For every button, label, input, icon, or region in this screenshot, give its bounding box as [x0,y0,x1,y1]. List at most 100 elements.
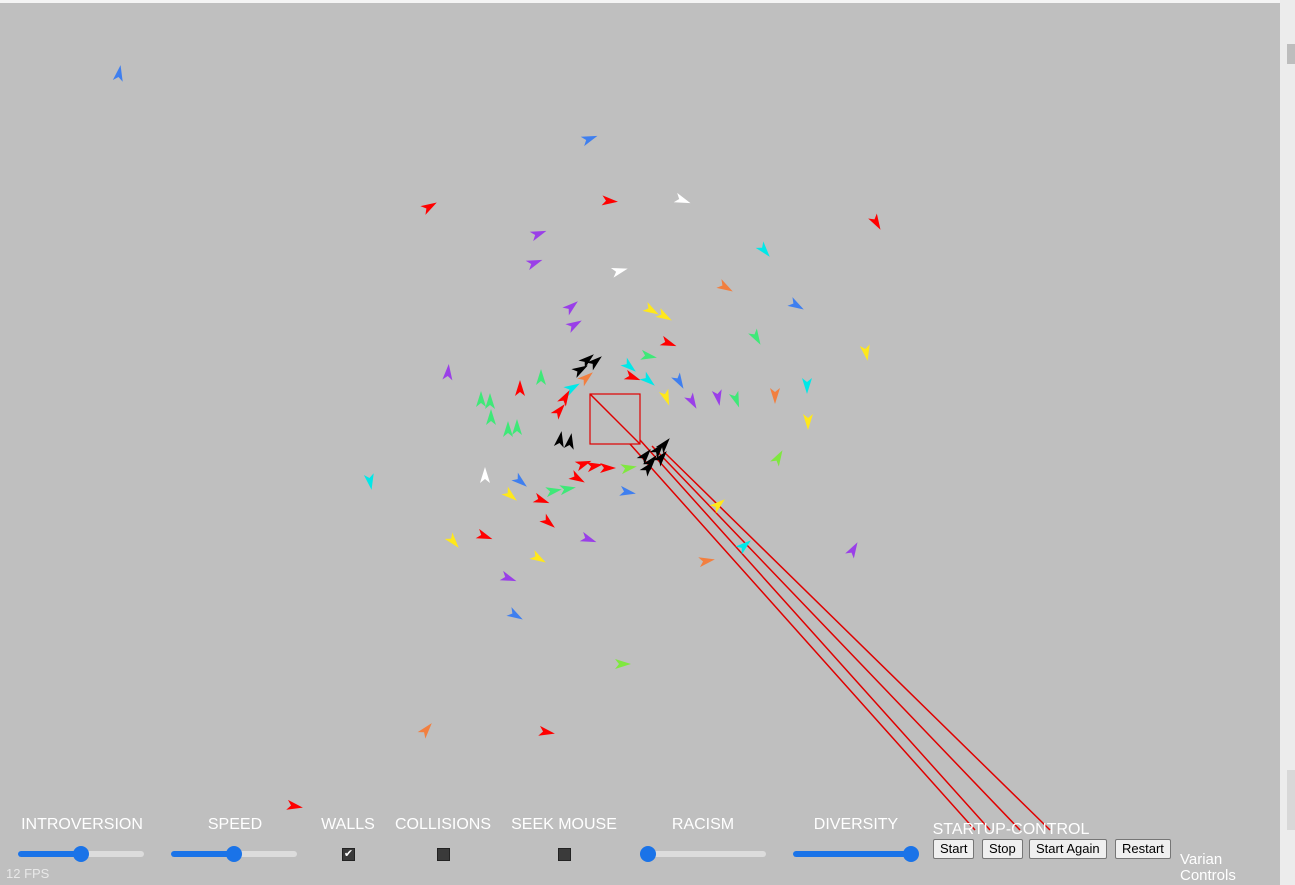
boid-agent [659,335,677,347]
boid-agent [286,799,303,810]
boid-agent [476,391,486,407]
boid-agent [755,241,770,257]
boid-agent [601,195,618,206]
boid-agent [803,414,813,430]
diversity-label: DIVERSITY [813,816,899,833]
racism-slider[interactable] [640,846,766,862]
boid-agent [859,344,870,361]
boid-agent [536,369,546,385]
boid-agent [515,380,525,396]
seek-mouse-checkbox[interactable] [558,848,571,861]
boid-agent [610,267,628,278]
scrollbar[interactable] [1280,0,1295,885]
trail-line [651,445,1021,831]
boid-agent [529,230,547,242]
stop-button[interactable]: Stop [982,839,1023,859]
start-button[interactable]: Start [933,839,975,859]
boid-agent [787,297,804,310]
startup-control-label: STARTUP-CONTROL [932,821,1090,838]
boid-agent [868,213,881,230]
collisions-checkbox[interactable] [437,848,450,861]
scrollbar-track-lower [1287,770,1295,830]
boid-agent [562,301,578,316]
speed-label: SPEED [207,816,263,833]
boid-agent [615,659,631,669]
walls-checkbox[interactable]: ✔ [342,848,355,861]
boid-agent [671,372,684,389]
boid-agent [538,725,555,736]
boid-agent [475,528,493,540]
simulation-canvas[interactable] [0,0,1280,885]
boid-agent [525,259,543,271]
boid-agent [802,378,812,394]
trail-line [589,393,641,445]
boid-agent [639,371,655,386]
boid-agent [673,192,691,204]
speed-slider-fill [171,851,234,857]
walls-label: WALLS [321,816,375,833]
boid-agent [363,473,374,490]
boid-agent [512,419,522,435]
racism-slider-knob[interactable] [640,846,656,862]
racism-label: RACISM [671,816,735,833]
boid-agent [845,542,858,559]
diversity-slider[interactable] [793,846,919,862]
boid-agent [770,450,783,467]
check-icon: ✔ [343,848,354,860]
trail-line [629,443,976,831]
boid-agent [728,390,740,408]
boid-agent [600,463,616,473]
speed-slider-knob[interactable] [226,846,242,862]
boid-agent [709,499,725,514]
introversion-slider[interactable] [18,846,144,862]
fps-counter: 12 FPS [6,866,50,881]
start-again-button[interactable]: Start Again [1029,839,1107,859]
diversity-slider-knob[interactable] [903,846,919,862]
varian-controls-label: Varian Controls [1180,851,1236,884]
boid-agent [529,550,546,563]
boid-agent [553,431,564,448]
boid-agent [640,349,657,360]
seek-mouse-label: SEEK MOUSE [511,816,617,833]
boid-agent [748,328,761,345]
scrollbar-thumb[interactable] [1287,44,1295,64]
boid-agent [486,409,496,425]
trail-line [639,439,991,831]
boid-agent [565,320,582,333]
boid-agent [711,389,722,406]
boid-agent [563,433,574,450]
boid-agent [770,388,780,404]
boid-agent [442,364,453,381]
boid-agent [499,570,517,582]
trail-line [663,451,1051,831]
boid-agent [503,421,513,437]
boid-agent [716,279,733,292]
boid-agent [735,540,751,555]
boid-agent [480,467,490,483]
boid-agent [545,487,562,498]
collisions-label: COLLISIONS [394,816,492,833]
boid-agent [579,531,597,543]
boid-agent [559,485,576,496]
introversion-label: INTROVERSION [21,816,143,833]
boid-agent [698,557,715,568]
boid-agent [619,485,636,496]
diversity-slider-fill [793,851,911,857]
boid-agent [658,388,670,406]
boid-agent [655,308,672,321]
boid-agent [511,472,527,487]
introversion-slider-fill [18,851,81,857]
boid-agent [444,532,459,548]
boid-agent [684,392,697,409]
introversion-slider-knob[interactable] [73,846,89,862]
boid-agent [420,202,437,215]
restart-button[interactable]: Restart [1115,839,1171,859]
speed-slider[interactable] [171,846,297,862]
boid-agent [620,464,637,475]
boid-agent [501,486,517,501]
boid-agent [623,369,641,381]
boid-agent [417,723,432,739]
boid-agent [539,513,555,528]
boid-agent [580,135,598,147]
boid-agent [506,607,523,620]
